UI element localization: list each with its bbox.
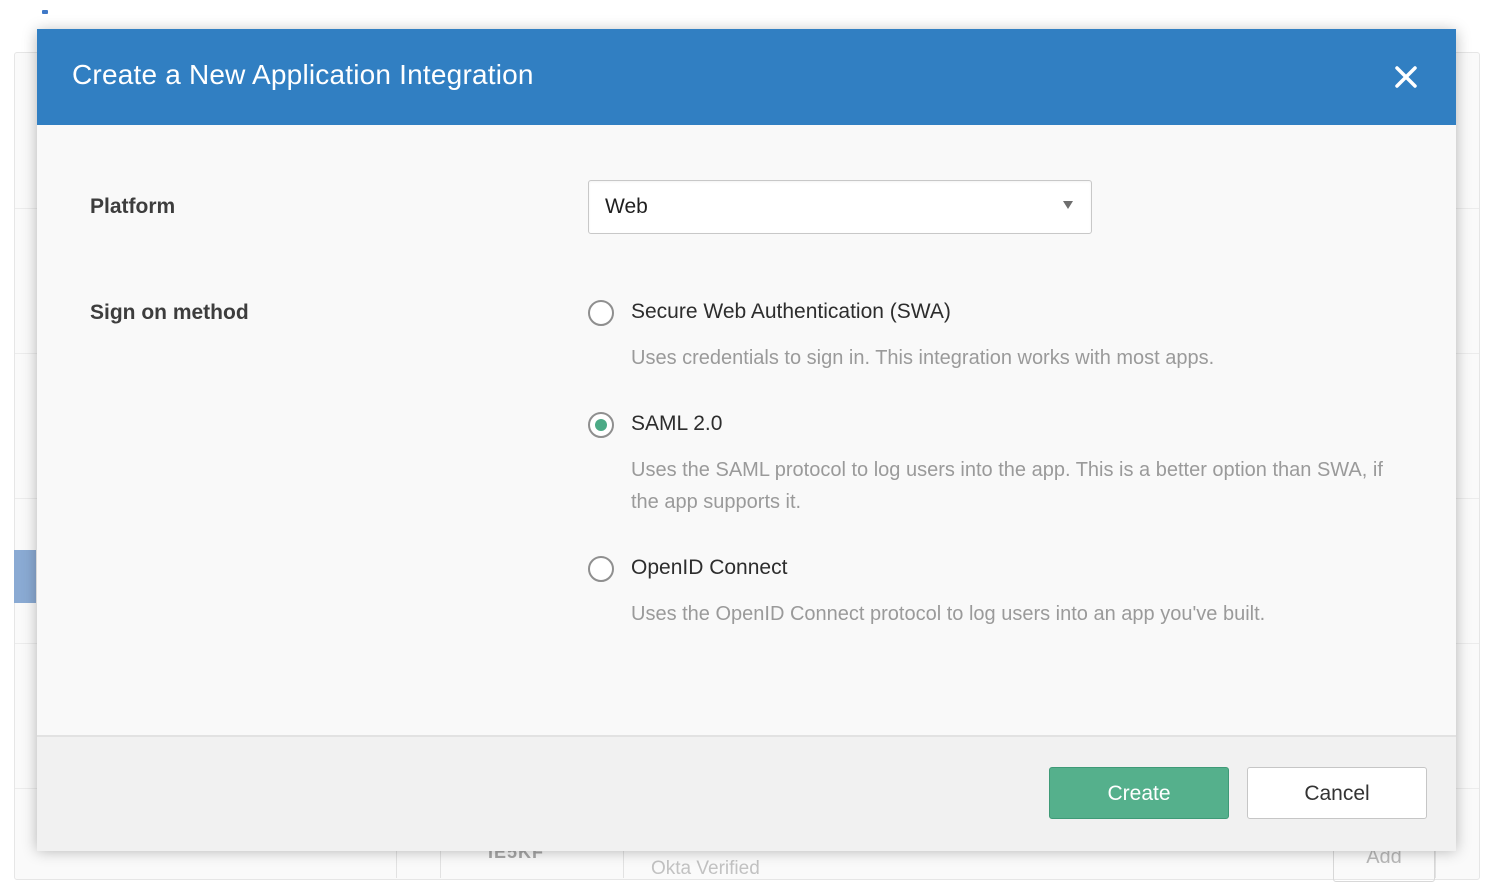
- platform-select-value: Web: [605, 195, 648, 218]
- modal-title: Create a New Application Integration: [72, 59, 534, 90]
- option-label-swa[interactable]: Secure Web Authentication (SWA): [631, 300, 951, 324]
- background-indicator: [42, 10, 48, 14]
- option-description-swa: Uses credentials to sign in. This integr…: [631, 347, 1215, 369]
- create-app-integration-modal: Create a New Application Integration Pla…: [37, 29, 1456, 851]
- chevron-down-icon: [1063, 201, 1073, 209]
- option-description-openid-connect: Uses the OpenID Connect protocol to log …: [631, 603, 1266, 625]
- radio-swa[interactable]: [588, 300, 614, 326]
- modal-footer: Create Cancel: [37, 735, 1456, 851]
- option-label-saml[interactable]: SAML 2.0: [631, 412, 722, 436]
- option-label-openid-connect[interactable]: OpenID Connect: [631, 556, 787, 580]
- radio-openid-connect[interactable]: [588, 556, 614, 582]
- platform-select[interactable]: Web: [588, 180, 1092, 234]
- radio-saml[interactable]: [588, 412, 614, 438]
- background-app-subtitle: Okta Verified: [651, 858, 760, 879]
- platform-label: Platform: [90, 195, 176, 218]
- radio-selected-dot: [595, 419, 607, 431]
- close-icon[interactable]: [1392, 63, 1420, 91]
- create-button[interactable]: Create: [1049, 767, 1229, 819]
- option-description-saml: Uses the SAML protocol to log users into…: [631, 459, 1383, 513]
- cancel-button[interactable]: Cancel: [1247, 767, 1427, 819]
- background-sidebar-active-item: [14, 550, 36, 603]
- sign-on-method-label: Sign on method: [90, 301, 249, 324]
- modal-header: Create a New Application Integration: [37, 29, 1456, 125]
